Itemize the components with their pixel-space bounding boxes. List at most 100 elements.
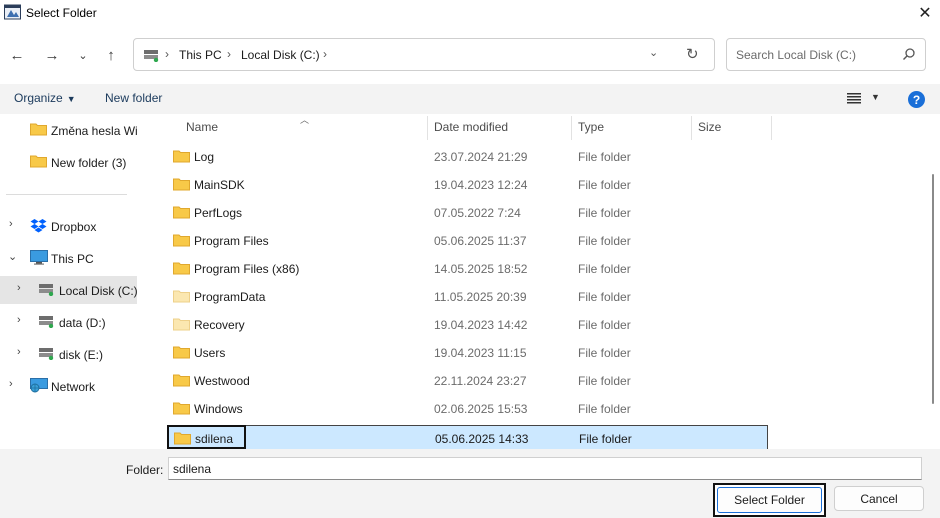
chevron-right-icon[interactable]: ›: [17, 282, 21, 294]
file-type: File folder: [578, 290, 631, 304]
column-divider[interactable]: [571, 116, 572, 140]
folder-icon: [173, 346, 190, 359]
close-icon: ✕: [918, 5, 932, 22]
back-button[interactable]: ←: [6, 43, 28, 67]
drive-icon: [39, 348, 54, 360]
close-button[interactable]: ✕: [910, 0, 940, 26]
file-row-selected[interactable]: sdilena 05.06.2025 14:33 File folder: [167, 425, 768, 451]
file-row[interactable]: PerfLogs 07.05.2022 7:24 File folder: [167, 200, 768, 226]
refresh-icon[interactable]: ↻: [686, 45, 699, 63]
file-name: Recovery: [194, 318, 245, 332]
sidebar-item-disk-e[interactable]: › disk (E:): [0, 340, 137, 368]
cancel-button[interactable]: Cancel: [834, 486, 924, 511]
file-type: File folder: [578, 178, 631, 192]
file-type: File folder: [579, 432, 632, 446]
sidebar-item-label: Network: [51, 380, 96, 394]
dropbox-icon: [30, 219, 47, 233]
chevron-right-icon[interactable]: ›: [9, 218, 13, 230]
chevron-down-icon[interactable]: ⌄: [649, 46, 658, 59]
drive-icon: [144, 50, 159, 62]
folder-icon: [173, 150, 190, 163]
folder-icon: [173, 206, 190, 219]
file-type: File folder: [578, 206, 631, 220]
divider: [6, 194, 127, 195]
folder-icon: [173, 374, 190, 387]
breadcrumb-separator-icon: ›: [323, 47, 327, 61]
file-name: ProgramData: [194, 290, 266, 304]
folder-name-input[interactable]: [168, 457, 922, 480]
folder-icon: [173, 234, 190, 247]
file-list-scrollbar[interactable]: [932, 174, 934, 404]
sidebar-item-data-d[interactable]: › data (D:): [0, 308, 137, 336]
chevron-right-icon[interactable]: ›: [17, 314, 21, 326]
recent-locations-button[interactable]: ⌄: [72, 43, 94, 67]
folder-icon: [173, 318, 190, 331]
breadcrumb-this-pc[interactable]: This PC: [179, 48, 222, 62]
column-divider[interactable]: [771, 116, 772, 140]
file-row[interactable]: Windows 02.06.2025 15:53 File folder: [167, 396, 768, 422]
new-folder-button[interactable]: New folder: [105, 91, 162, 105]
file-type: File folder: [578, 402, 631, 416]
file-date: 19.04.2023 11:15: [434, 346, 527, 360]
file-row[interactable]: Users 19.04.2023 11:15 File folder: [167, 340, 768, 366]
file-row[interactable]: Recovery 19.04.2023 14:42 File folder: [167, 312, 768, 338]
drive-icon: [39, 284, 54, 296]
forward-button[interactable]: →: [41, 43, 63, 67]
file-date: 14.05.2025 18:52: [434, 262, 528, 276]
file-date: 05.06.2025 14:33: [435, 432, 529, 446]
file-name: PerfLogs: [194, 206, 243, 220]
chevron-right-icon[interactable]: ›: [9, 378, 13, 390]
up-button[interactable]: ↑: [100, 43, 122, 67]
column-divider[interactable]: [691, 116, 692, 140]
sidebar-item-new-folder-3[interactable]: New folder (3): [0, 148, 137, 176]
folder-icon: [173, 402, 190, 415]
file-date: 11.05.2025 20:39: [434, 290, 527, 304]
file-name: Users: [194, 346, 226, 360]
file-type: File folder: [578, 262, 631, 276]
file-row[interactable]: Program Files (x86) 14.05.2025 18:52 Fil…: [167, 256, 768, 282]
sidebar-item-label: This PC: [51, 252, 94, 266]
search-box[interactable]: Search Local Disk (C:): [726, 38, 926, 71]
sidebar-item-this-pc[interactable]: ⌄ This PC: [0, 244, 137, 272]
address-bar[interactable]: › This PC › Local Disk (C:) › ⌄ ↻: [133, 38, 715, 71]
folder-icon: [173, 290, 190, 303]
file-name: Log: [194, 150, 215, 164]
file-row[interactable]: Program Files 05.06.2025 11:37 File fold…: [167, 228, 768, 254]
column-header-date-modified[interactable]: Date modified: [434, 120, 508, 134]
file-row[interactable]: MainSDK 19.04.2023 12:24 File folder: [167, 172, 768, 198]
organize-label: Organize: [14, 91, 63, 105]
arrow-up-icon: ↑: [107, 46, 115, 64]
sidebar-item-label: Dropbox: [51, 220, 97, 234]
drive-icon: [39, 316, 54, 328]
sidebar-item-network[interactable]: › Network: [0, 372, 137, 400]
sidebar-item-zmena-hesla[interactable]: Změna hesla Wi: [0, 116, 137, 144]
column-header-name[interactable]: Name: [186, 120, 218, 134]
file-date: 23.07.2024 21:29: [434, 150, 528, 164]
file-name: Program Files (x86): [194, 262, 300, 276]
help-icon[interactable]: ?: [908, 91, 925, 108]
view-options-icon[interactable]: [847, 92, 861, 104]
organize-button[interactable]: Organize ▼: [14, 91, 76, 105]
column-divider[interactable]: [427, 116, 428, 140]
network-icon: [30, 378, 48, 393]
chevron-down-icon[interactable]: ⌄: [8, 250, 17, 263]
select-folder-button[interactable]: Select Folder: [713, 483, 826, 517]
file-type: File folder: [578, 318, 631, 332]
file-date: 22.11.2024 23:27: [434, 374, 527, 388]
file-row[interactable]: ProgramData 11.05.2025 20:39 File folder: [167, 284, 768, 310]
file-row[interactable]: Westwood 22.11.2024 23:27 File folder: [167, 368, 768, 394]
column-header-type[interactable]: Type: [578, 120, 604, 134]
sidebar-item-local-disk-c[interactable]: › Local Disk (C:): [0, 276, 137, 304]
column-header-size[interactable]: Size: [698, 120, 721, 134]
breadcrumb-separator-icon: ›: [227, 47, 231, 61]
chevron-right-icon[interactable]: ›: [17, 346, 21, 358]
file-name: Windows: [194, 402, 243, 416]
select-folder-label: Select Folder: [717, 487, 822, 513]
file-row[interactable]: Log 23.07.2024 21:29 File folder: [167, 144, 768, 170]
sidebar-item-label: New folder (3): [51, 156, 127, 170]
sidebar-item-dropbox[interactable]: › Dropbox: [0, 212, 137, 240]
dialog-footer: Folder: Select Folder Cancel: [0, 449, 940, 518]
breadcrumb-local-disk[interactable]: Local Disk (C:): [241, 48, 320, 62]
caret-down-icon[interactable]: ▼: [871, 92, 880, 102]
folder-icon: [30, 155, 47, 168]
